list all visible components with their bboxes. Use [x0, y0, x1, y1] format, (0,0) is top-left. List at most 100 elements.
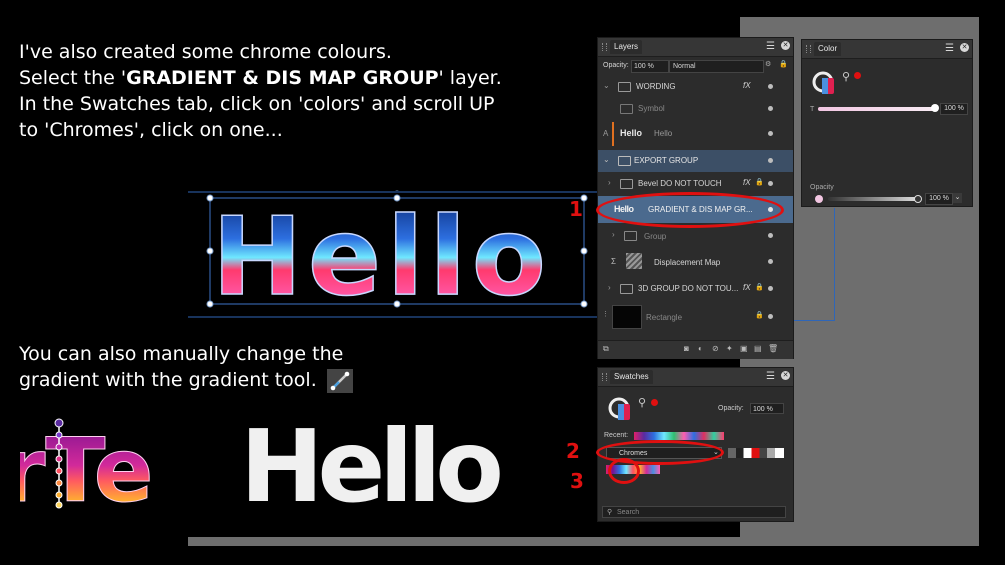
fill-stroke-swatch[interactable] — [607, 396, 635, 422]
visibility-dot-icon[interactable] — [768, 314, 773, 319]
panel-menu-icon[interactable]: ☰ — [766, 41, 775, 52]
tab-swatches[interactable]: Swatches — [610, 370, 653, 384]
layer-name-emphasis: GRADIENT & DIS MAP GROUP — [126, 67, 439, 89]
annotation-number-1: 1 — [569, 197, 583, 221]
mask-icon[interactable]: ◙ — [684, 344, 689, 353]
tint-slider-handle[interactable] — [931, 104, 939, 112]
eyedropper-icon[interactable]: ⚲ — [638, 396, 646, 409]
layer-name-wording: WORDING — [636, 82, 676, 91]
opacity-color-dot — [815, 195, 823, 203]
layer-name-3d-group: 3D GROUP DO NOT TOU... — [638, 284, 739, 293]
tab-layers[interactable]: Layers — [610, 40, 643, 54]
instruction-line-2: Select the 'GRADIENT & DIS MAP GROUP' la… — [19, 65, 589, 91]
expand-chevron-icon[interactable]: ⌄ — [603, 81, 610, 90]
expand-chevron-icon[interactable]: › — [608, 178, 611, 187]
expand-chevron-icon[interactable]: › — [608, 283, 611, 292]
tab-color[interactable]: Color — [814, 42, 842, 56]
hello-chrome-text: Hello — [212, 195, 546, 320]
rectangle-thumbnail — [612, 305, 642, 329]
color-panel-header: Color ☰ ✕ — [802, 40, 972, 59]
add-pixel-layer-icon[interactable]: ▣ — [740, 344, 748, 353]
layer-row-displacement-map[interactable]: Σ Displacement Map — [598, 249, 793, 275]
opacity-slider[interactable] — [828, 197, 918, 201]
shape-icon: ⋮ — [602, 311, 609, 318]
folder-icon — [618, 82, 631, 92]
visibility-dot-icon[interactable] — [768, 106, 773, 111]
swatches-opacity-field[interactable]: 100 % — [750, 403, 784, 414]
arrange-icon[interactable]: ⧉ — [603, 344, 609, 354]
adjustment-icon[interactable]: ◐ — [698, 344, 703, 353]
group-icon — [624, 231, 637, 241]
visibility-dot-icon[interactable] — [768, 84, 773, 89]
folder-icon — [620, 179, 633, 189]
panel-menu-icon[interactable]: ☰ — [945, 43, 954, 54]
eyedropper-icon[interactable]: ⚲ — [842, 70, 850, 83]
displacement-thumbnail — [626, 253, 642, 269]
panel-grip-icon[interactable] — [806, 45, 811, 53]
symbol-icon — [620, 104, 633, 114]
fx-button-icon[interactable]: ✦ — [726, 344, 733, 353]
visibility-dot-icon[interactable] — [768, 233, 773, 238]
close-icon[interactable]: ✕ — [960, 43, 969, 52]
blend-mode-select[interactable]: Normal — [669, 60, 764, 73]
swatches-opacity-label: Opacity: — [718, 405, 744, 412]
layer-name-group: Group — [644, 232, 667, 241]
fx-icon[interactable]: fX — [743, 178, 751, 187]
layer-row-symbol[interactable]: Symbol — [598, 99, 793, 119]
color-t-label: T — [810, 106, 815, 113]
connector-line — [793, 320, 835, 321]
tint-value-field[interactable]: 100 % — [940, 103, 968, 115]
fx-icon[interactable]: fX — [743, 283, 751, 292]
layers-opacity-row: Opacity: 100 % Normal ⚙ 🔒 — [598, 59, 793, 73]
instruction-line-3: In the Swatches tab, click on 'colors' a… — [19, 93, 495, 115]
trash-icon[interactable]: 🗑 — [768, 344, 778, 353]
expand-chevron-icon[interactable]: › — [612, 230, 615, 239]
layer-row-3d-group[interactable]: › 3D GROUP DO NOT TOU... fX 🔒 — [598, 278, 793, 300]
expand-chevron-icon[interactable]: ⌄ — [603, 155, 610, 164]
add-group-icon[interactable]: ▤ — [754, 344, 762, 353]
panel-grip-icon[interactable] — [602, 373, 607, 381]
gradient-tool-icon — [326, 368, 353, 393]
fill-stroke-swatch[interactable] — [811, 70, 839, 96]
recent-swatches[interactable] — [634, 432, 724, 440]
opacity-slider-handle[interactable] — [914, 195, 922, 203]
visibility-dot-icon[interactable] — [768, 286, 773, 291]
live-filter-icon[interactable]: ⊘ — [712, 344, 719, 353]
lock-icon[interactable]: 🔒 — [755, 311, 764, 319]
layer-row-export-group[interactable]: ⌄ EXPORT GROUP — [598, 150, 793, 172]
hello-artwork[interactable]: Hello — [188, 183, 598, 321]
close-icon[interactable]: ✕ — [781, 41, 790, 50]
panel-menu-icon[interactable]: ☰ — [766, 371, 775, 382]
lock-icon[interactable]: 🔒 — [779, 60, 788, 68]
panel-grip-icon[interactable] — [602, 43, 607, 51]
swatches-search-field[interactable]: ⚲ Search — [602, 506, 786, 518]
color-opacity-field[interactable]: 100 % — [925, 193, 953, 205]
gradient-instruction-line-2-text: gradient with the gradient tool. — [19, 369, 317, 391]
layer-row-hello[interactable]: A Hello Hello — [598, 120, 793, 148]
tint-slider[interactable] — [818, 107, 936, 111]
instruction-line-2-pre: Select the ' — [19, 67, 127, 89]
instruction-text: I've also created some chrome colours. S… — [19, 39, 589, 143]
lock-icon[interactable]: 🔒 — [755, 283, 764, 291]
lock-icon[interactable]: 🔒 — [755, 178, 764, 186]
visibility-dot-icon[interactable] — [768, 181, 773, 186]
basic-swatches[interactable] — [728, 448, 784, 458]
swatches-panel-header: Swatches ☰ ✕ — [598, 368, 793, 387]
fx-icon[interactable]: fX — [743, 81, 751, 90]
visibility-dot-icon[interactable] — [768, 259, 773, 264]
visibility-dot-icon[interactable] — [768, 131, 773, 136]
layer-row-wording[interactable]: ⌄ WORDING fX — [598, 76, 793, 98]
gear-icon[interactable]: ⚙ — [765, 60, 771, 68]
layers-opacity-label: Opacity: — [603, 62, 629, 69]
layers-opacity-field[interactable]: 100 % — [631, 60, 669, 73]
chevron-down-icon[interactable]: ⌄ — [953, 193, 962, 203]
recent-label: Recent: — [604, 432, 629, 439]
layer-row-rectangle[interactable]: ⋮ Rectangle 🔒 — [598, 302, 793, 332]
gradient-instruction: You can also manually change the gradien… — [19, 341, 419, 393]
current-color-dot — [854, 72, 861, 79]
instruction-line-2-post: ' layer. — [438, 67, 502, 89]
partial-chrome-artwork: rTe — [20, 415, 168, 510]
visibility-dot-icon[interactable] — [768, 158, 773, 163]
color-opacity-label: Opacity — [810, 184, 834, 191]
close-icon[interactable]: ✕ — [781, 371, 790, 380]
